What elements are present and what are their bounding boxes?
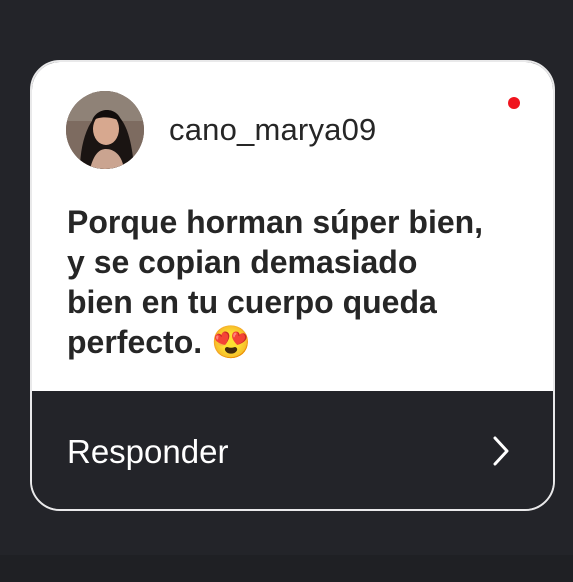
avatar-photo bbox=[66, 91, 144, 169]
avatar[interactable] bbox=[66, 91, 144, 169]
username[interactable]: cano_marya09 bbox=[169, 112, 376, 148]
reply-button[interactable]: Responder bbox=[32, 391, 553, 509]
reply-label: Responder bbox=[67, 433, 229, 470]
story-reply-card: cano_marya09 Porque horman súper bien, y… bbox=[30, 60, 555, 511]
unread-dot-icon bbox=[508, 97, 520, 109]
message-panel: cano_marya09 Porque horman súper bien, y… bbox=[32, 62, 553, 391]
background-strip bbox=[0, 555, 573, 582]
chevron-right-icon bbox=[493, 436, 509, 466]
message-text: Porque horman súper bien, y se copian de… bbox=[67, 204, 484, 360]
